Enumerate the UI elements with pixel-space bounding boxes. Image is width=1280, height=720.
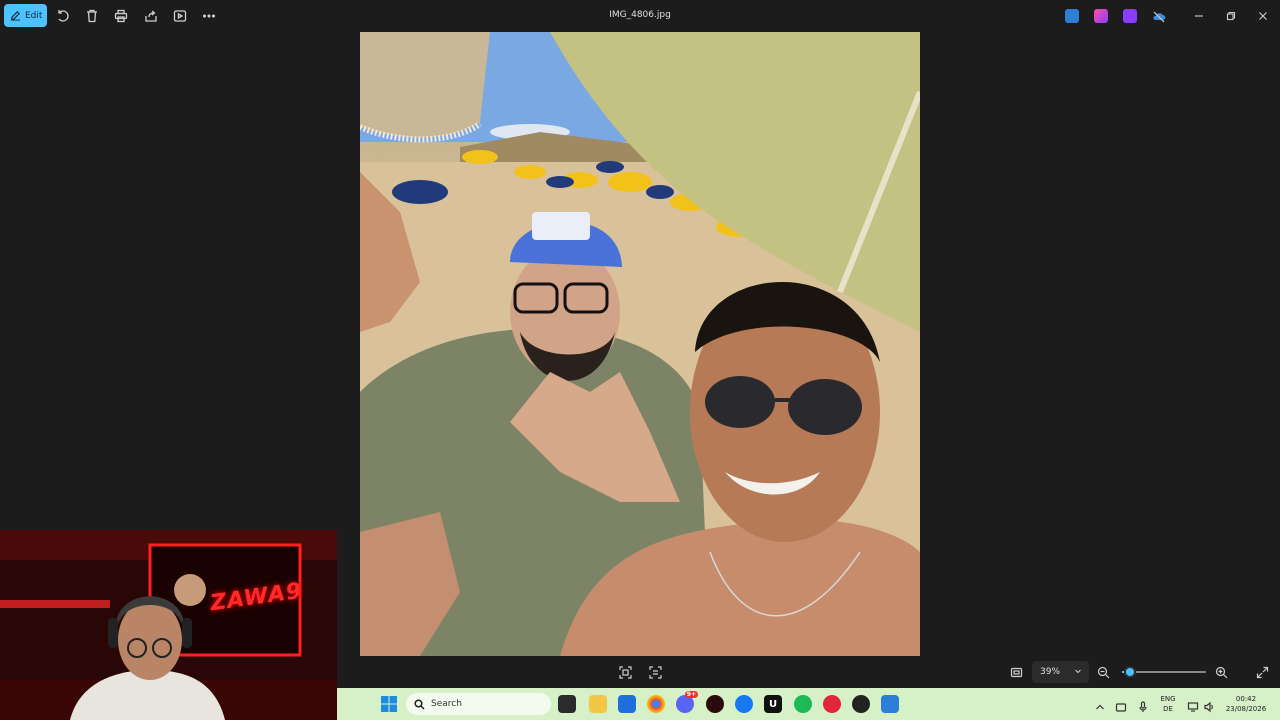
viewer-bottom-bar: 39%: [337, 656, 1280, 688]
zoom-slider[interactable]: [1122, 666, 1206, 678]
fullscreen-icon[interactable]: [1254, 664, 1270, 680]
davinci-icon[interactable]: [706, 695, 724, 713]
tray-app-icon[interactable]: [1115, 698, 1127, 712]
network-icon[interactable]: [1187, 698, 1199, 712]
print-icon[interactable]: [113, 8, 129, 24]
copilot-icon[interactable]: [1094, 9, 1108, 23]
filmstrip-icon[interactable]: [647, 664, 663, 680]
clipchamp-icon[interactable]: [1123, 9, 1137, 23]
title-bar: Edit IMG_4806.jpg: [0, 0, 1280, 32]
share-icon[interactable]: [143, 8, 159, 24]
windows-taskbar: Search 9+ U ENG DE 00:42 23/08/2026: [337, 688, 1280, 720]
close-button[interactable]: [1255, 8, 1271, 24]
search-icon: [414, 698, 425, 710]
zoom-in-icon[interactable]: [1213, 664, 1229, 680]
slideshow-icon[interactable]: [172, 8, 188, 24]
chrome-icon[interactable]: [647, 695, 665, 713]
more-icon[interactable]: [201, 8, 217, 24]
obs-icon[interactable]: [852, 695, 870, 713]
onedrive-offline-icon[interactable]: [1152, 9, 1166, 23]
chevron-down-icon: [1075, 669, 1081, 674]
clock-date: 23/08/2026: [1225, 705, 1267, 713]
facebook-icon[interactable]: [735, 695, 753, 713]
delete-icon[interactable]: [84, 8, 100, 24]
minimize-button[interactable]: [1191, 8, 1207, 24]
photos-app-window: Edit IMG_4806.jpg ZAWA9 39% Search 9+ U …: [0, 0, 1280, 720]
rotate-icon[interactable]: [55, 8, 71, 24]
chevron-up-icon[interactable]: [1094, 698, 1106, 710]
fit-to-window-icon[interactable]: [617, 664, 633, 680]
edit-button[interactable]: Edit: [4, 4, 47, 27]
zoom-level-value: 39%: [1040, 667, 1061, 677]
actual-size-icon[interactable]: [1008, 664, 1024, 680]
webcam-overlay: ZAWA9: [0, 530, 337, 720]
beach-selfie-photo: [360, 32, 920, 656]
u-app-letter: U: [768, 698, 778, 710]
photo-illustration: [360, 32, 920, 656]
zoom-level-dropdown[interactable]: 39%: [1032, 661, 1089, 683]
file-explorer-icon[interactable]: [589, 695, 607, 713]
webcam-scene: [0, 530, 337, 720]
language-line-2: DE: [1163, 705, 1173, 713]
zoom-slider-thumb[interactable]: [1124, 666, 1137, 678]
u-app-icon[interactable]: U: [764, 695, 782, 713]
photos-app-taskbar-icon[interactable]: [881, 695, 899, 713]
streamlabs-icon[interactable]: [823, 695, 841, 713]
zoom-out-icon[interactable]: [1095, 664, 1111, 680]
taskbar-search-box[interactable]: Search: [406, 693, 551, 715]
spotify-icon[interactable]: [794, 695, 812, 713]
clock-time: 00:42: [1235, 695, 1257, 703]
store-icon[interactable]: [618, 695, 636, 713]
discord-icon[interactable]: 9+: [676, 691, 698, 713]
edit-button-label: Edit: [25, 10, 43, 21]
restore-button[interactable]: [1223, 8, 1239, 24]
language-indicator[interactable]: ENG DE: [1157, 694, 1179, 714]
edit-icon: [10, 11, 21, 21]
discord-notification-badge: 9+: [684, 691, 698, 698]
windows-start-icon[interactable]: [381, 696, 397, 712]
search-placeholder: Search: [431, 699, 462, 709]
volume-icon[interactable]: [1203, 698, 1215, 713]
clock[interactable]: 00:42 23/08/2026: [1219, 694, 1273, 714]
paint-app-icon[interactable]: [1065, 9, 1079, 23]
file-name-title: IMG_4806.jpg: [609, 10, 671, 20]
language-line-1: ENG: [1160, 695, 1176, 703]
task-view-icon[interactable]: [558, 695, 576, 713]
microphone-icon[interactable]: [1137, 698, 1149, 712]
